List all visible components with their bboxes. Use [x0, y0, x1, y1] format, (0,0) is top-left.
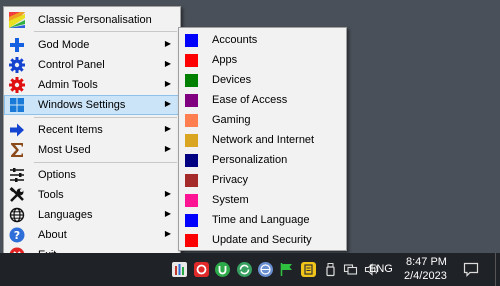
clock-date[interactable]: 2/4/2023 [404, 270, 447, 282]
menu-separator [34, 117, 177, 118]
menu-item-label: About [38, 229, 67, 241]
submenu-arrow-icon: ▶ [164, 229, 171, 238]
clipboard-tray-icon[interactable] [301, 262, 316, 277]
color-swatch-icon [185, 174, 198, 187]
submenu-item-personalization[interactable]: Personalization [179, 150, 346, 170]
color-swatch-icon [185, 134, 198, 147]
sigma-icon [11, 143, 23, 157]
network-globe-tray-icon[interactable] [258, 262, 273, 277]
color-swatch-icon [185, 94, 198, 107]
pdf-app-tray-icon[interactable] [194, 262, 209, 277]
submenu-item-time-and-language[interactable]: Time and Language [179, 210, 346, 230]
color-swatch-icon [185, 214, 198, 227]
submenu-item-label: Accounts [212, 34, 258, 46]
submenu-item-devices[interactable]: Devices [179, 70, 346, 90]
color-swatch-icon [185, 154, 198, 167]
color-swatch-icon [185, 34, 198, 47]
blue-cross-icon [10, 38, 24, 52]
svg-text:?: ? [14, 229, 20, 242]
color-swatch-icon [185, 74, 198, 87]
menu-separator [34, 162, 177, 163]
submenu-arrow-icon: ▶ [164, 59, 171, 68]
submenu-item-label: Update and Security [212, 234, 312, 246]
submenu-item-ease-of-access[interactable]: Ease of Access [179, 90, 346, 110]
tools-icon [9, 187, 24, 202]
help-icon: ? [9, 227, 25, 243]
color-swatch-icon [185, 194, 198, 207]
submenu-item-label: Personalization [212, 154, 288, 166]
menu-item-label: Recent Items [38, 124, 103, 136]
submenu-item-label: Apps [212, 54, 238, 66]
menu-item-classic-personalisation[interactable]: Classic Personalisation [4, 10, 180, 30]
language-indicator[interactable]: ENG [369, 263, 393, 275]
windows-settings-submenu: Accounts Apps Devices Ease of Access Gam… [178, 27, 347, 251]
menu-item-control-panel[interactable]: Control Panel ▶ [4, 55, 180, 75]
notification-center-icon[interactable] [463, 262, 479, 277]
menu-item-god-mode[interactable]: God Mode ▶ [4, 35, 180, 55]
submenu-item-label: Gaming [212, 114, 251, 126]
submenu-item-label: System [212, 194, 249, 206]
menu-item-about[interactable]: ? About ▶ [4, 225, 180, 245]
submenu-item-label: Devices [212, 74, 252, 86]
network-tray-icon[interactable] [343, 262, 358, 277]
flag-tray-icon[interactable] [279, 262, 294, 277]
submenu-arrow-icon: ▶ [164, 124, 171, 133]
menu-item-options[interactable]: Options [4, 165, 180, 185]
menu-item-label: Languages [38, 209, 93, 221]
rainbow-square-icon [9, 12, 25, 28]
menu-item-label: God Mode [38, 39, 90, 51]
blue-arrow-icon [10, 123, 24, 137]
submenu-item-label: Time and Language [212, 214, 310, 226]
submenu-item-label: Ease of Access [212, 94, 288, 106]
submenu-item-apps[interactable]: Apps [179, 50, 346, 70]
menu-item-label: Tools [38, 189, 64, 201]
globe-icon [9, 207, 25, 223]
submenu-arrow-icon: ▶ [164, 189, 171, 198]
submenu-item-accounts[interactable]: Accounts [179, 30, 346, 50]
clock-time[interactable]: 8:47 PM [406, 256, 447, 268]
sliders-icon [10, 168, 24, 182]
menu-item-label: Windows Settings [38, 99, 126, 111]
menu-separator [34, 31, 177, 32]
submenu-item-label: Network and Internet [212, 134, 315, 146]
menu-item-label: Most Used [38, 144, 91, 156]
menu-item-most-used[interactable]: Most Used ▶ [4, 140, 180, 160]
sync-tray-icon[interactable] [237, 262, 252, 277]
menu-item-admin-tools[interactable]: Admin Tools ▶ [4, 75, 180, 95]
color-swatch-icon [185, 234, 198, 247]
menu-item-tools[interactable]: Tools ▶ [4, 185, 180, 205]
usb-eject-tray-icon[interactable] [323, 262, 338, 277]
submenu-arrow-icon: ▶ [164, 39, 171, 48]
menu-item-windows-settings[interactable]: Windows Settings ▶ [4, 95, 180, 115]
menu-item-label: Admin Tools [38, 79, 98, 91]
taskbar: ENG 8:47 PM 2/4/2023 [0, 253, 500, 286]
blue-gear-icon [9, 57, 25, 73]
red-gear-icon [9, 77, 25, 93]
utorrent-tray-icon[interactable] [215, 262, 230, 277]
submenu-arrow-icon: ▶ [164, 99, 171, 108]
menu-item-label: Classic Personalisation [38, 14, 152, 26]
submenu-item-update-and-security[interactable]: Update and Security [179, 230, 346, 250]
color-swatch-icon [185, 114, 198, 127]
submenu-arrow-icon: ▶ [164, 144, 171, 153]
submenu-item-privacy[interactable]: Privacy [179, 170, 346, 190]
menu-item-label: Control Panel [38, 59, 105, 71]
menu-item-recent-items[interactable]: Recent Items ▶ [4, 120, 180, 140]
main-context-menu: Classic Personalisation God Mode ▶ Contr… [3, 6, 181, 266]
menu-item-languages[interactable]: Languages ▶ [4, 205, 180, 225]
color-swatch-icon [185, 54, 198, 67]
menu-item-label: Options [38, 169, 76, 181]
menu-app-tray-icon[interactable] [172, 262, 187, 277]
submenu-item-system[interactable]: System [179, 190, 346, 210]
submenu-item-gaming[interactable]: Gaming [179, 110, 346, 130]
submenu-item-label: Privacy [212, 174, 249, 186]
submenu-item-network-and-internet[interactable]: Network and Internet [179, 130, 346, 150]
show-desktop-button[interactable] [495, 253, 496, 286]
submenu-arrow-icon: ▶ [164, 209, 171, 218]
submenu-arrow-icon: ▶ [164, 79, 171, 88]
windows-logo-icon [10, 98, 24, 112]
